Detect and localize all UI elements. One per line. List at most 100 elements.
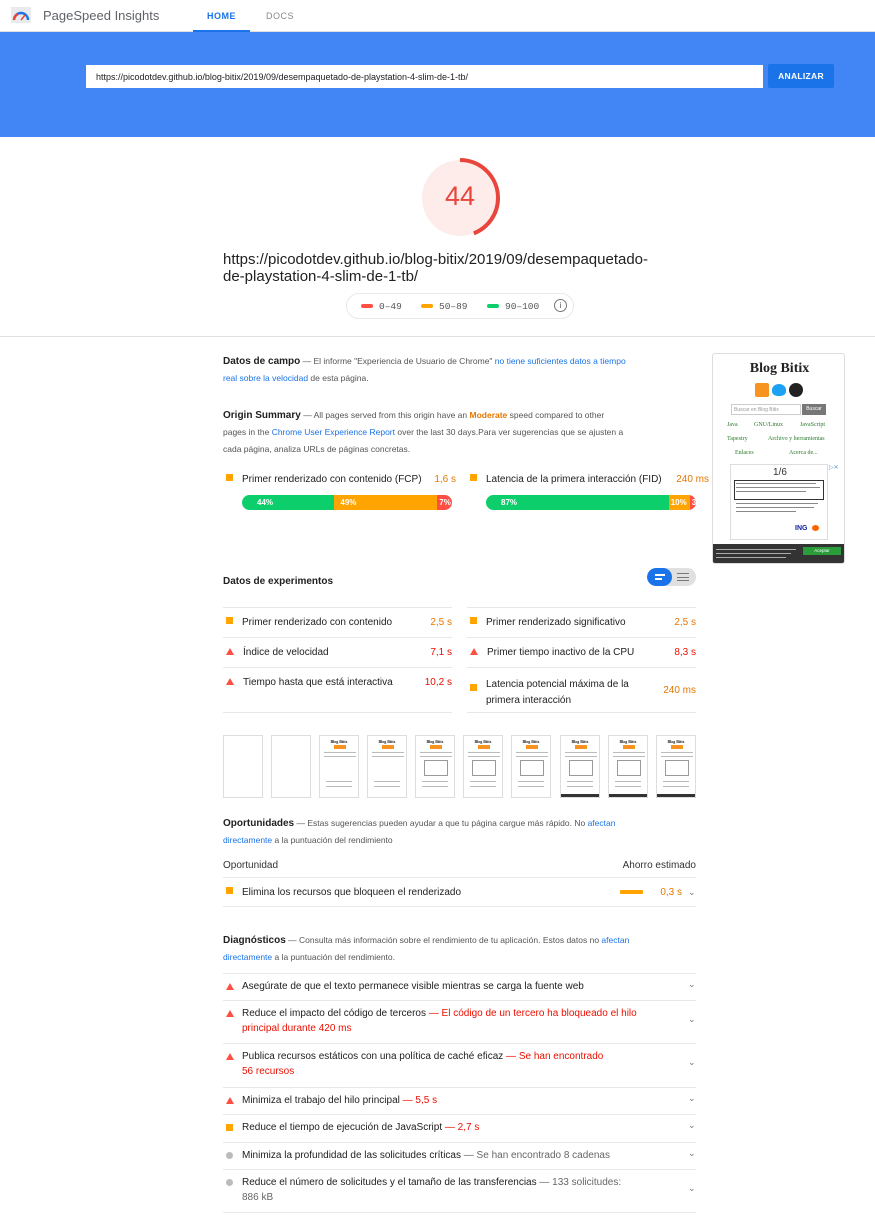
fid-metric-value: 240 ms [676, 474, 709, 485]
chevron-down-icon[interactable]: ⌄ [688, 1148, 696, 1159]
preview-nav-links: Java GNU/Linux JavaScript Tapestry Archi… [727, 422, 825, 456]
divider [223, 1212, 696, 1213]
ad-choices-icon: ▷✕ [829, 465, 839, 471]
divider [223, 973, 696, 974]
filmstrip-frame: Blog Bitix [367, 735, 407, 798]
lab-data-title: Datos de experimentos [223, 576, 334, 587]
slow-segment: 7% [437, 495, 452, 510]
filmstrip-frame: Blog Bitix [319, 735, 359, 798]
diagnostic-item[interactable]: Reduce el tiempo de ejecución de JavaScr… [226, 1120, 676, 1135]
divider [223, 1043, 696, 1044]
chevron-down-icon[interactable]: ⌄ [688, 1093, 696, 1104]
blog-title: Blog Bitix [749, 361, 810, 376]
fid-distribution-bar: 87%10%3% [486, 495, 696, 510]
lab-metric-fcp: Primer renderizado con contenido [226, 617, 392, 628]
diagnostic-item[interactable]: Minimiza el trabajo del hilo principal —… [226, 1093, 676, 1108]
chevron-down-icon[interactable]: ⌄ [688, 979, 696, 990]
divider [223, 1000, 696, 1001]
ad-banner: 1/6 ING [730, 464, 828, 540]
chevron-down-icon[interactable]: ⌄ [688, 1120, 696, 1131]
filmstrip-frame: Blog Bitix [560, 735, 600, 798]
diagnostic-item[interactable]: Reduce el número de solicitudes y el tam… [226, 1175, 676, 1205]
lab-metric-first-cpu-idle: Primer tiempo inactivo de la CPU [470, 647, 634, 658]
savings-column-header: Ahorro estimado [622, 860, 696, 871]
info-icon[interactable]: i [554, 299, 567, 312]
lab-metric-first-cpu-idle-value: 8,3 s [674, 647, 696, 658]
average-square-icon [226, 887, 233, 894]
chevron-down-icon[interactable]: ⌄ [688, 1183, 696, 1194]
divider [223, 607, 452, 608]
divider [0, 336, 875, 337]
lab-metric-fmp-value: 2,5 s [674, 617, 696, 628]
analyze-button[interactable]: ANALIZAR [768, 64, 834, 88]
tab-docs[interactable]: DOCS [256, 0, 304, 32]
view-toggle[interactable] [647, 568, 696, 586]
fcp-metric-label: Primer renderizado con contenido (FCP) [226, 474, 422, 485]
fail-triangle-icon [226, 1053, 234, 1060]
fail-triangle-icon [470, 648, 478, 655]
divider [223, 1114, 696, 1115]
fail-triangle-icon [226, 678, 234, 685]
report-url: https://picodotdev.github.io/blog-bitix/… [223, 251, 649, 285]
app-title: PageSpeed Insights [43, 8, 160, 23]
origin-summary-section: Origin Summary — All pages served from t… [223, 410, 624, 454]
filmstrip-frame [223, 735, 263, 798]
fast-segment: 87% [486, 495, 669, 510]
tab-home[interactable]: HOME [193, 0, 250, 32]
opportunities-title: Oportunidades [223, 818, 295, 829]
list-view-icon[interactable] [677, 573, 689, 581]
average-square-icon [470, 474, 477, 481]
divider [223, 906, 696, 907]
divider [223, 637, 452, 638]
lab-metric-tti: Tiempo hasta que está interactiva [226, 677, 393, 688]
lab-metric-speed-index-value: 7,1 s [430, 647, 452, 658]
field-data-title: Datos de campo [223, 356, 301, 367]
pagespeed-logo-icon [11, 7, 31, 23]
filmstrip-frame [271, 735, 311, 798]
field-data-section: Datos de campo — El informe "Experiencia… [223, 356, 626, 383]
url-input[interactable] [86, 65, 763, 88]
diagnostic-item[interactable]: Reduce el impacto del código de terceros… [226, 1006, 676, 1036]
lab-metric-max-fid-value: 240 ms [663, 685, 696, 696]
score-legend: 0–49 50–89 90–100 i [346, 293, 574, 319]
opportunity-item[interactable]: Elimina los recursos que bloqueen el ren… [226, 887, 461, 898]
lab-metric-fcp-value: 2,5 s [430, 617, 452, 628]
divider [223, 1087, 696, 1088]
chevron-down-icon[interactable]: ⌄ [688, 1057, 696, 1068]
fcp-metric-value: 1,6 s [434, 474, 456, 485]
divider [223, 1142, 696, 1143]
divider [467, 712, 696, 713]
filmstrip-frame: Blog Bitix [463, 735, 503, 798]
slow-segment: 3% [689, 495, 696, 510]
page-preview: Blog Bitix Buscar en Blog Bitix Buscar J… [712, 353, 845, 564]
github-icon [789, 383, 803, 397]
average-square-icon [226, 617, 233, 624]
chevron-down-icon[interactable]: ⌄ [688, 1014, 696, 1025]
field-data-link[interactable]: no tiene suficientes datos a tiempo [495, 356, 626, 366]
ing-lion-icon [812, 525, 819, 531]
divider [467, 667, 696, 668]
diagnostics-title: Diagnósticos [223, 935, 286, 946]
diagnostic-item[interactable]: Publica recursos estáticos con una polít… [226, 1049, 676, 1079]
origin-summary-title: Origin Summary [223, 410, 301, 421]
fid-metric-label: Latencia de la primera interacción (FID) [470, 474, 662, 485]
ad-counter: 1/6 [773, 467, 787, 478]
divider [223, 877, 696, 878]
cookie-accept-button: Aceptar [803, 547, 841, 555]
filmstrip-frame: Blog Bitix [511, 735, 551, 798]
average-square-icon [470, 684, 477, 691]
lab-metric-max-fid: Latencia potencial máxima de la primera i… [470, 677, 629, 709]
average-square-icon [226, 474, 233, 481]
toggle-compact-view[interactable] [647, 568, 672, 586]
fail-triangle-icon [226, 648, 234, 655]
info-circle-icon [226, 1152, 233, 1159]
average-segment: 49% [334, 495, 438, 510]
score-value: 44 [444, 181, 476, 211]
diagnostic-item[interactable]: Minimiza la profundidad de las solicitud… [226, 1148, 676, 1163]
diagnostic-item[interactable]: Asegúrate de que el texto permanece visi… [226, 979, 676, 994]
crux-link[interactable]: Chrome User Experience Report [272, 427, 395, 437]
chevron-down-icon[interactable]: ⌄ [688, 887, 696, 898]
savings-bar [620, 890, 643, 894]
divider [223, 667, 452, 668]
divider [467, 637, 696, 638]
